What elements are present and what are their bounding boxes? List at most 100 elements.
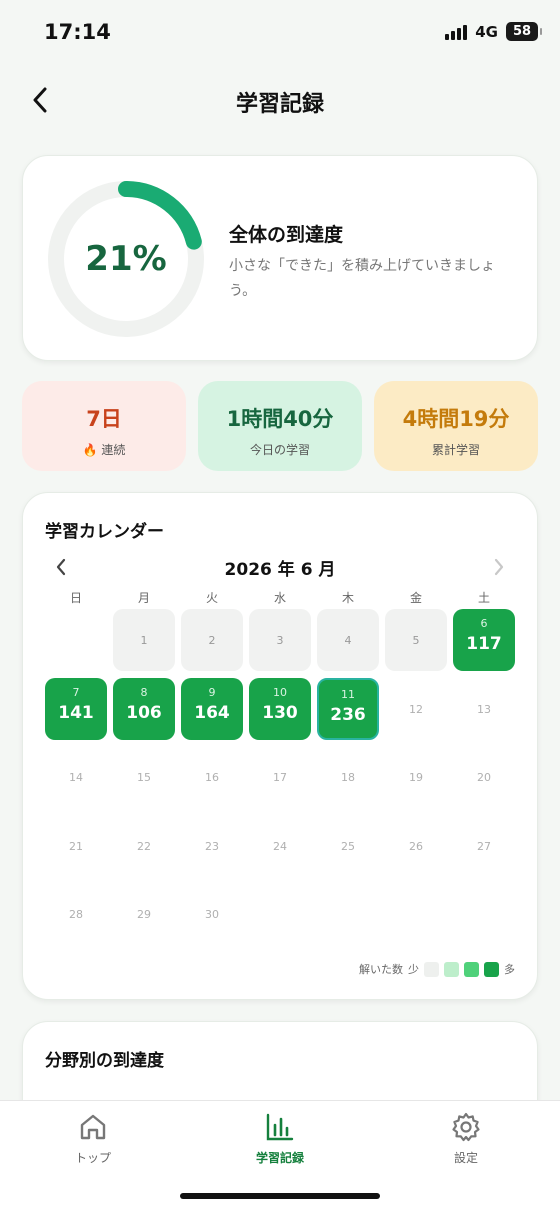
tab-study-record-label: 学習記録 [255, 1151, 304, 1165]
calendar-day[interactable]: 13 [453, 678, 515, 740]
tab-study-record[interactable]: 学習記録 [220, 1111, 340, 1171]
calendar-day-number: 21 [69, 839, 83, 853]
study-calendar-card: 学習カレンダー 2026 年 6 月 日月火水木金土 1 2 3 4 5 6 117 7 141… [22, 492, 538, 1000]
tab-settings[interactable]: 設定 [406, 1111, 526, 1171]
calendar-day-number: 3 [276, 634, 284, 647]
status-indicators: 4G 58 [445, 22, 542, 41]
calendar-day[interactable]: 11 236 [317, 677, 379, 740]
battery-level: 58 [512, 24, 532, 39]
calendar-day-number: 1 [140, 634, 148, 647]
calendar-day[interactable]: 17 [249, 746, 311, 808]
calendar-day-count: 236 [330, 704, 366, 725]
weekday-label: 金 [409, 591, 422, 605]
gear-icon [452, 1112, 480, 1142]
chevron-right-icon [494, 558, 504, 576]
calendar-day-count: 106 [126, 702, 162, 723]
calendar-day-count: 130 [262, 702, 298, 723]
calendar-day[interactable]: 6 117 [453, 609, 515, 671]
header: 学習記録 [0, 76, 560, 124]
calendar-day-number: 13 [477, 702, 491, 716]
calendar-day-number: 6 [480, 617, 488, 630]
calendar-legend: 解いた数 少 多 [359, 961, 515, 977]
network-type: 4G [475, 22, 498, 41]
calendar-day[interactable]: 22 [113, 815, 175, 877]
calendar-day[interactable]: 30 [181, 883, 243, 945]
calendar-day[interactable]: 29 [113, 883, 175, 945]
weekday-label: 水 [273, 591, 286, 605]
calendar-day[interactable]: 12 [385, 678, 447, 740]
calendar-day[interactable]: 23 [181, 815, 243, 877]
calendar-day-number: 5 [412, 634, 420, 647]
calendar-day[interactable]: 3 [249, 609, 311, 671]
weekday-label: 火 [205, 591, 218, 605]
streak-stat: 7日 🔥 連続 [22, 381, 186, 471]
calendar-month: 2026 年 6 月 [224, 560, 336, 580]
calendar-day-number: 20 [477, 771, 491, 784]
tab-top[interactable]: トップ [33, 1111, 153, 1171]
calendar-day[interactable]: 26 [385, 815, 447, 877]
calendar-day[interactable]: 21 [45, 815, 107, 877]
calendar-day[interactable]: 19 [385, 746, 447, 808]
legend-low: 少 [408, 963, 419, 976]
weekday-label: 月 [137, 591, 150, 605]
calendar-day-number: 24 [273, 839, 287, 853]
calendar-day-count: 117 [466, 634, 502, 654]
streak-value: 7日 [86, 407, 122, 431]
today-study-stat: 1時間40分 今日の学習 [198, 381, 362, 471]
total-study-value: 4時間19分 [402, 407, 510, 431]
calendar-day-number: 16 [205, 771, 219, 784]
calendar-day[interactable]: 18 [317, 746, 379, 808]
calendar-day-number: 15 [137, 771, 151, 784]
calendar-day-number: 8 [140, 685, 148, 699]
progress-percent: 21% [85, 239, 167, 279]
streak-label: 🔥 連続 [82, 443, 126, 457]
calendar-day-number: 28 [69, 908, 83, 921]
calendar-day-number: 9 [208, 685, 216, 699]
calendar-day-count: 164 [194, 702, 230, 723]
progress-title: 全体の到達度 [229, 224, 344, 246]
calendar-day[interactable]: 4 [317, 609, 379, 671]
next-month-button[interactable] [487, 555, 511, 579]
calendar-day[interactable]: 2 [181, 609, 243, 671]
calendar-day[interactable]: 14 [45, 746, 107, 808]
calendar-day-number: 7 [72, 685, 80, 699]
legend-label: 解いた数 [359, 963, 403, 976]
calendar-day-number: 11 [341, 687, 355, 701]
status-bar: 17:14 4G 58 [0, 0, 560, 66]
calendar-day[interactable]: 5 [385, 609, 447, 671]
weekday-label: 日 [69, 591, 82, 605]
calendar-day-number: 19 [409, 771, 423, 784]
calendar-day-number: 17 [273, 771, 287, 784]
progress-subtitle: 小さな「できた」を積み上げていきましょう。 [229, 258, 495, 299]
page-title: 学習記録 [235, 92, 324, 117]
calendar-day-number: 10 [273, 685, 287, 699]
signal-icon [445, 24, 468, 40]
tab-settings-label: 設定 [453, 1151, 478, 1165]
today-study-label: 今日の学習 [249, 443, 310, 457]
calendar-day[interactable]: 15 [113, 746, 175, 808]
calendar-day[interactable]: 24 [249, 815, 311, 877]
calendar-day[interactable]: 9 164 [181, 677, 243, 740]
calendar-day[interactable]: 27 [453, 815, 515, 877]
calendar-day[interactable]: 28 [45, 883, 107, 945]
total-study-label: 累計学習 [431, 443, 480, 457]
calendar-day[interactable]: 25 [317, 815, 379, 877]
legend-swatch [464, 961, 479, 977]
calendar-day[interactable]: 16 [181, 746, 243, 808]
calendar-day[interactable]: 1 [113, 609, 175, 671]
legend-swatch [424, 961, 439, 977]
calendar-day-number: 2 [208, 634, 216, 647]
calendar-day[interactable]: 7 141 [45, 677, 107, 740]
calendar-day-number: 30 [205, 908, 219, 921]
calendar-day-number: 4 [344, 634, 352, 647]
calendar-day-number: 27 [477, 839, 491, 853]
field-progress-title: 分野別の到達度 [45, 1051, 164, 1071]
calendar-day[interactable]: 10 130 [249, 677, 311, 740]
weekday-label: 土 [477, 591, 490, 605]
calendar-day[interactable]: 8 106 [113, 677, 175, 740]
calendar-day-number: 25 [341, 839, 355, 853]
calendar-day[interactable]: 20 [453, 746, 515, 808]
calendar-day-number: 14 [69, 771, 83, 784]
status-time: 17:14 [44, 20, 111, 44]
legend-swatch [484, 961, 499, 977]
